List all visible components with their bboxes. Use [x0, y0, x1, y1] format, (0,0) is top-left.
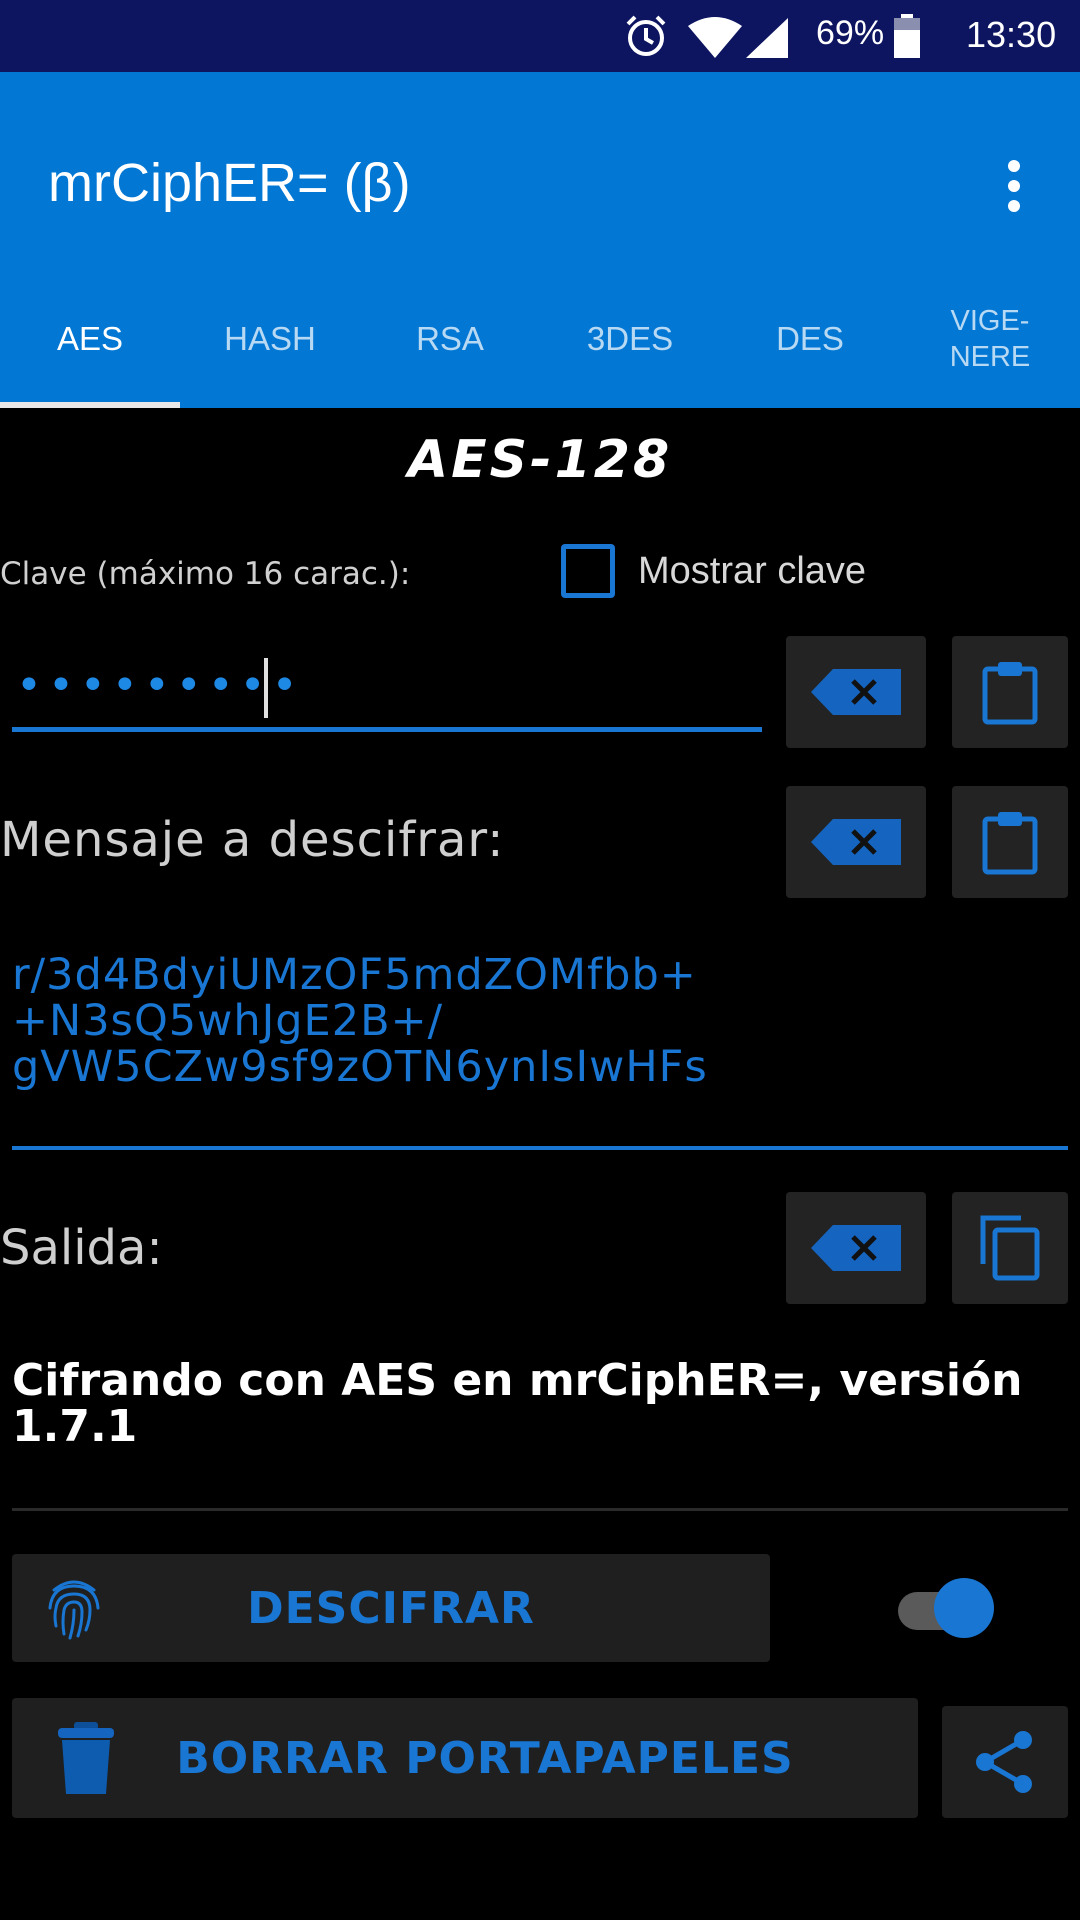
backspace-icon: [811, 1225, 901, 1271]
key-label: Clave (máximo 16 carac.):: [0, 556, 411, 592]
tab-vigenere[interactable]: VIGE- NERE: [900, 270, 1080, 408]
paste-key-button[interactable]: [952, 636, 1068, 748]
app-bar: mrCiphER= (β) AES HASH RSA 3DES DES VIGE…: [0, 72, 1080, 408]
decipher-button[interactable]: DESCIFRAR: [12, 1554, 770, 1662]
key-input[interactable]: •••••••••: [12, 646, 762, 732]
output-divider: [12, 1508, 1068, 1511]
alarm-icon: [626, 15, 666, 56]
output-label: Salida:: [0, 1220, 163, 1276]
share-icon: [976, 1731, 1032, 1793]
clock: 13:30: [966, 14, 1057, 55]
overflow-menu-icon[interactable]: [994, 154, 1034, 218]
tab-label-line2: NERE: [949, 341, 1031, 373]
tab-label: RSA: [416, 320, 484, 357]
cipher-line: gVW5CZw9sf9zOTN6ynIsIwHFs: [12, 1042, 708, 1092]
fingerprint-toggle[interactable]: [898, 1578, 998, 1638]
clipboard-icon: [982, 662, 1038, 725]
cipher-message-input[interactable]: r/3d4BdyiUMzOF5mdZOMfbb+ +N3sQ5whJgE2B+/…: [12, 952, 1062, 1090]
tab-label: 3DES: [586, 320, 674, 357]
section-title: AES-128: [407, 430, 673, 490]
toggle-thumb: [934, 1578, 994, 1638]
show-key-label[interactable]: Mostrar clave: [638, 550, 866, 593]
clear-output-button[interactable]: [786, 1192, 926, 1304]
clear-clipboard-button[interactable]: BORRAR PORTAPAPELES: [12, 1698, 918, 1818]
output-line: Cifrando con AES en mrCiphER=, versión: [12, 1355, 1023, 1406]
cell-signal-icon: [746, 18, 788, 58]
share-button[interactable]: [942, 1706, 1068, 1818]
backspace-icon: [811, 669, 901, 715]
tab-label-line1: VIGE-: [950, 305, 1030, 337]
output-line: 1.7.1: [12, 1401, 138, 1452]
clear-key-button[interactable]: [786, 636, 926, 748]
app-title: mrCiphER= (β): [48, 153, 411, 213]
tab-3des[interactable]: 3DES: [540, 270, 720, 408]
tab-hash[interactable]: HASH: [180, 270, 360, 408]
cipher-line: +N3sQ5whJgE2B+/: [12, 996, 444, 1046]
wifi-icon: [688, 17, 742, 58]
output-text: Cifrando con AES en mrCiphER=, versión 1…: [12, 1358, 1072, 1450]
tab-aes[interactable]: AES: [0, 270, 180, 408]
text-cursor: [264, 658, 268, 718]
message-label: Mensaje a descifrar:: [0, 812, 505, 868]
tab-bar: AES HASH RSA 3DES DES VIGE- NERE: [0, 270, 1080, 408]
key-masked-value: •••••••••: [16, 660, 304, 711]
status-bar: 69% 13:30: [0, 0, 1080, 72]
tab-label: VIGE- NERE: [950, 303, 1031, 375]
decipher-label: DESCIFRAR: [247, 1582, 535, 1634]
battery-icon: [894, 14, 920, 58]
cipher-line: r/3d4BdyiUMzOF5mdZOMfbb+: [12, 950, 697, 1000]
show-key-checkbox[interactable]: [561, 544, 615, 598]
trash-icon: [58, 1722, 114, 1794]
clear-clipboard-label: BORRAR PORTAPAPELES: [176, 1732, 794, 1784]
message-underline: [12, 1146, 1068, 1150]
copy-icon: [980, 1215, 1040, 1281]
tab-label: DES: [776, 320, 844, 357]
tab-rsa[interactable]: RSA: [360, 270, 540, 408]
clear-message-button[interactable]: [786, 786, 926, 898]
copy-output-button[interactable]: [952, 1192, 1068, 1304]
paste-message-button[interactable]: [952, 786, 1068, 898]
tab-label: HASH: [224, 320, 316, 357]
tab-des[interactable]: DES: [720, 270, 900, 408]
clipboard-icon: [982, 812, 1038, 875]
tab-label: AES: [56, 320, 124, 357]
fingerprint-icon: [48, 1580, 100, 1640]
backspace-icon: [811, 819, 901, 865]
battery-percent: 69%: [816, 14, 885, 52]
